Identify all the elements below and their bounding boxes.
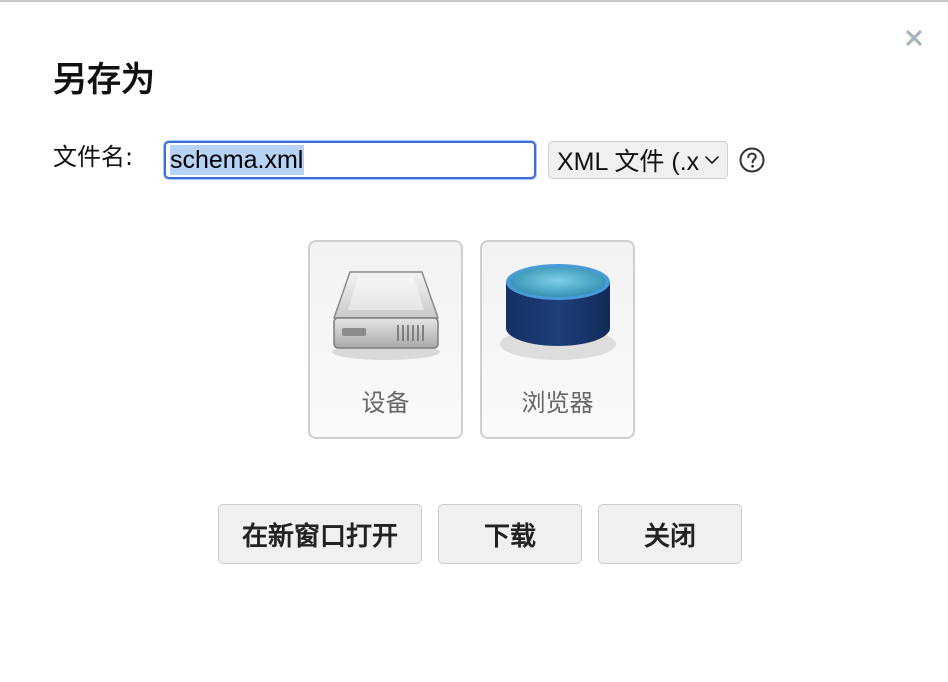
download-button[interactable]: 下载: [438, 504, 582, 564]
storage-option-browser[interactable]: 浏览器: [480, 240, 635, 439]
close-icon[interactable]: [902, 26, 926, 50]
help-icon[interactable]: [739, 147, 765, 173]
storage-option-device-label: 设备: [361, 389, 410, 417]
close-button[interactable]: 关闭: [598, 504, 742, 564]
hard-drive-icon: [332, 271, 440, 360]
chevron-down-icon: [705, 156, 719, 164]
storage-option-device[interactable]: 设备: [308, 240, 463, 439]
filename-input-value: schema.xml: [170, 145, 305, 175]
storage-option-browser-label: 浏览器: [521, 389, 594, 417]
filename-input[interactable]: schema.xml: [164, 141, 536, 179]
format-select-value: XML 文件 (.xml): [557, 148, 699, 176]
filename-label: 文件名:: [53, 143, 134, 171]
dialog-title: 另存为: [53, 60, 155, 100]
database-icon: [500, 264, 616, 360]
save-as-dialog: 另存为 文件名: schema.xml XML 文件 (.xml): [0, 0, 948, 682]
open-in-new-window-button[interactable]: 在新窗口打开: [218, 504, 422, 564]
format-select[interactable]: XML 文件 (.xml): [548, 141, 728, 179]
